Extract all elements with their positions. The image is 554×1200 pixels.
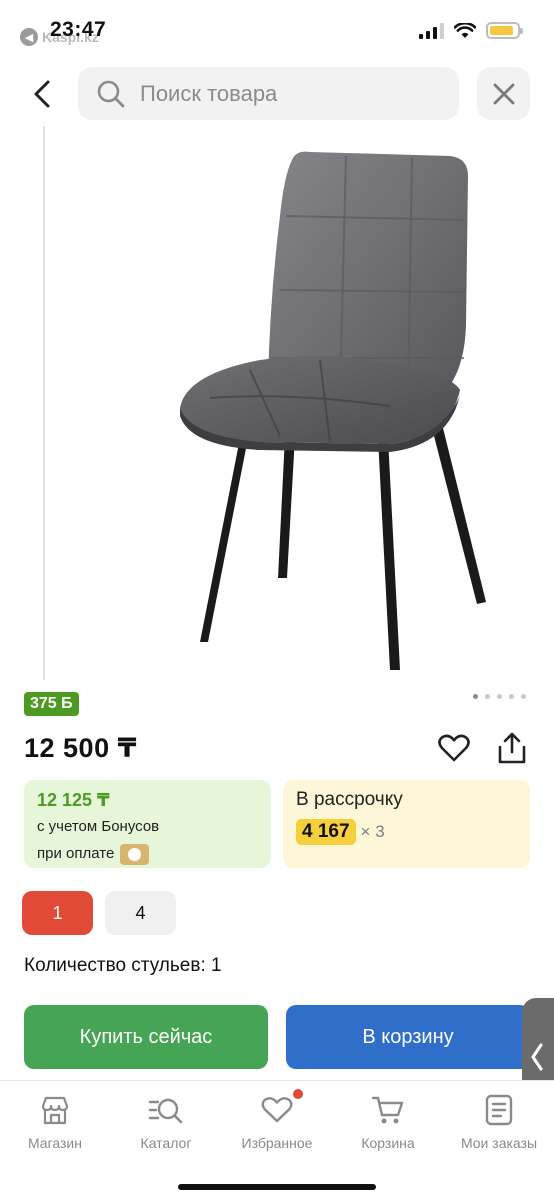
- installment-card[interactable]: В рассрочку 4 167 × 3: [283, 780, 530, 868]
- installment-title: В рассрочку: [296, 789, 403, 810]
- product-price: 12 500 ₸: [24, 733, 137, 763]
- chairs-count-label: Количество стульев: 1: [24, 955, 222, 976]
- cellular-signal-icon: [419, 22, 444, 39]
- bonus-price: 12 125 ₸: [37, 790, 110, 810]
- buy-now-button[interactable]: Купить сейчас: [24, 1005, 268, 1069]
- gallery-divider: [43, 126, 45, 680]
- wifi-icon: [454, 22, 476, 38]
- status-bar: ◀ Kaspi.kz 23:47: [0, 0, 554, 60]
- installment-multiplier: × 3: [360, 822, 385, 841]
- bonus-badge: 375 Б: [24, 692, 79, 716]
- option-button-4[interactable]: 4: [105, 891, 176, 935]
- bonus-text-line1: с учетом Бонусов: [37, 818, 160, 835]
- nav-item-cart[interactable]: Корзина: [333, 1093, 443, 1151]
- nav-label-shop: Магазин: [27, 1135, 82, 1151]
- heart-icon: [438, 734, 470, 762]
- heart-icon: [261, 1097, 293, 1123]
- catalog-search-icon: [148, 1098, 183, 1124]
- kaspi-logo-icon: ◀: [20, 28, 38, 46]
- back-button[interactable]: [22, 74, 62, 114]
- home-indicator: [178, 1184, 376, 1190]
- search-header: Поиск товара: [0, 66, 554, 122]
- nav-label-cart: Корзина: [361, 1135, 415, 1151]
- nav-item-favorites[interactable]: Избранное: [222, 1089, 332, 1151]
- bonus-price-card[interactable]: 12 125 ₸ с учетом Бонусов при оплате: [24, 780, 271, 868]
- product-gallery[interactable]: [0, 126, 554, 699]
- option-button-1[interactable]: 1: [22, 891, 93, 935]
- nav-item-shop[interactable]: Магазин: [0, 1093, 110, 1151]
- share-button[interactable]: [494, 729, 530, 767]
- status-time: 23:47: [50, 18, 107, 41]
- shop-icon: [41, 1096, 69, 1125]
- product-image-chair: [180, 151, 486, 670]
- nav-item-orders[interactable]: Мои заказы: [444, 1093, 554, 1151]
- close-search-button[interactable]: [477, 67, 530, 120]
- installment-amount: 4 167: [296, 819, 356, 845]
- add-to-cart-button[interactable]: В корзину: [286, 1005, 530, 1069]
- kaspi-gold-icon: [120, 843, 150, 865]
- gallery-pagination: [473, 694, 526, 699]
- nav-item-catalog[interactable]: Каталог: [111, 1093, 221, 1151]
- nav-label-catalog: Каталог: [140, 1135, 192, 1151]
- installment-row: 4 167 × 3: [296, 819, 530, 845]
- favorite-button[interactable]: [436, 730, 472, 766]
- search-placeholder: Поиск товара: [140, 80, 278, 106]
- bonus-text-line2-row: при оплате: [37, 843, 271, 865]
- battery-icon: [486, 22, 523, 39]
- share-icon: [498, 732, 526, 764]
- chevron-left-icon: [531, 1043, 543, 1071]
- nav-label-favorites: Избранное: [241, 1135, 313, 1151]
- bottom-navigation: Магазин Каталог Избранное Корзина Мои за…: [0, 1080, 554, 1200]
- status-icons: [419, 22, 523, 39]
- close-icon: [493, 83, 514, 104]
- orders-icon: [485, 1094, 513, 1126]
- search-input[interactable]: Поиск товара: [78, 67, 459, 120]
- favorites-badge: [293, 1089, 303, 1099]
- search-icon: [97, 80, 125, 107]
- chevron-left-icon: [34, 80, 50, 108]
- bonus-text-line2: при оплате: [37, 845, 115, 862]
- nav-label-orders: Мои заказы: [460, 1135, 538, 1151]
- cart-icon: [371, 1096, 404, 1124]
